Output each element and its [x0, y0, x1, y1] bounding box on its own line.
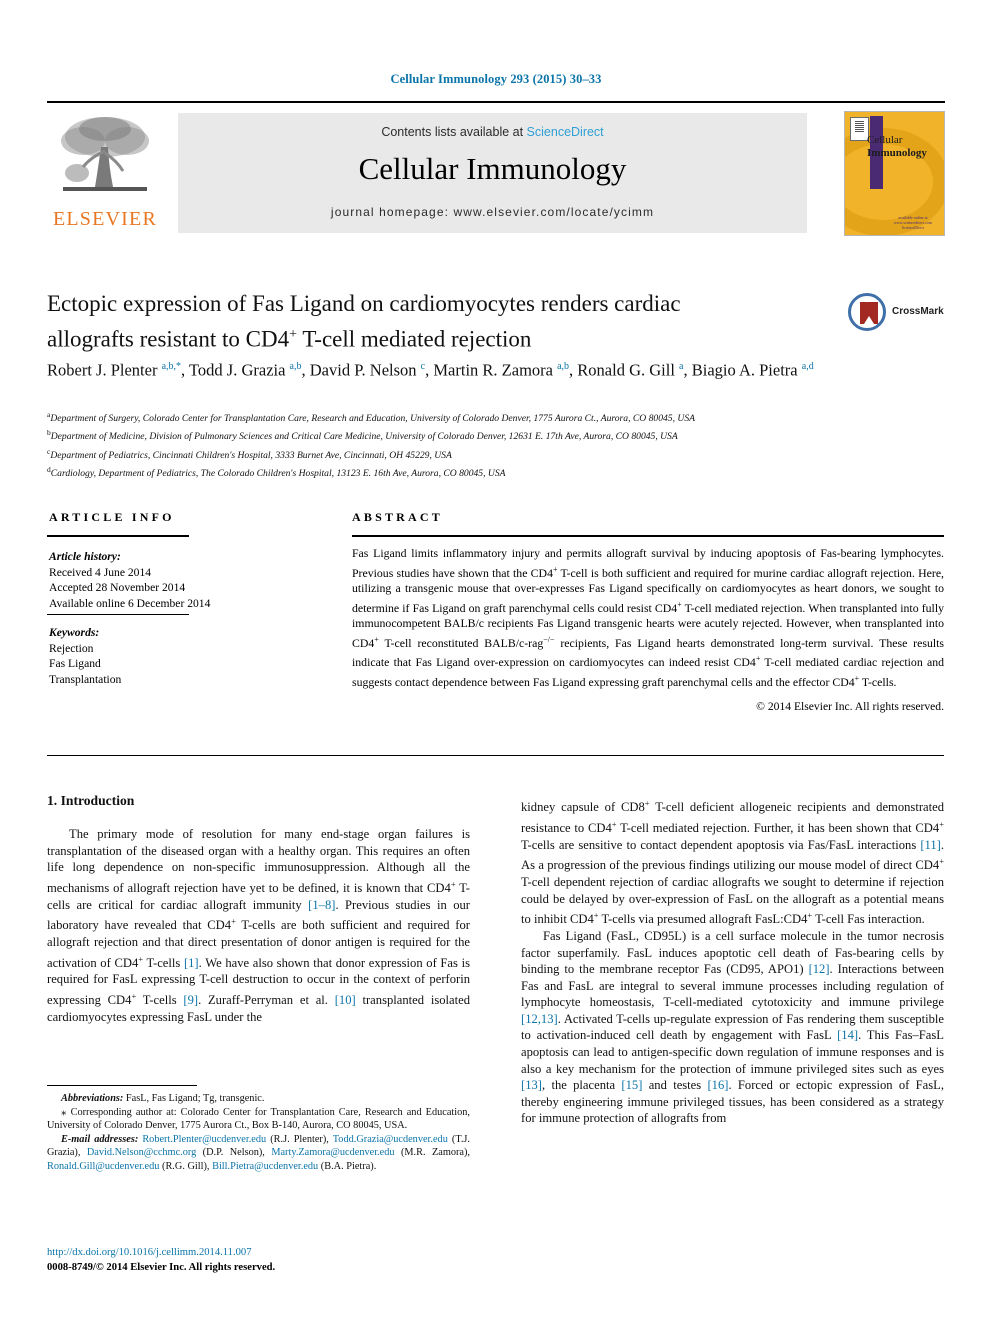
body-paragraph: kidney capsule of CD8+ T-cell deficient … — [521, 798, 944, 927]
journal-cover-thumbnail: Cellular Immunology available online at … — [844, 111, 945, 236]
abstract-bottom-rule — [47, 755, 944, 756]
article-history-item: Received 4 June 2014 — [49, 565, 152, 579]
cover-title-line1: Cellular — [867, 134, 903, 146]
title-superscript: + — [289, 327, 298, 342]
cover-title-line2: Immunology — [867, 147, 927, 159]
contents-prefix: Contents lists available at — [381, 125, 527, 139]
article-history-item: Available online 6 December 2014 — [49, 596, 211, 610]
sciencedirect-link[interactable]: ScienceDirect — [527, 125, 604, 139]
journal-masthead: ELSEVIER Contents lists available at Sci… — [47, 101, 945, 236]
body-column-right: kidney capsule of CD8+ T-cell deficient … — [521, 795, 944, 1127]
keywords-block: Keywords: Rejection Fas Ligand Transplan… — [49, 625, 299, 687]
title-line-2-pre: allografts resistant to CD4 — [47, 326, 290, 352]
affiliation-list: aDepartment of Surgery, Colorado Center … — [47, 408, 927, 481]
journal-title: Cellular Immunology — [358, 151, 627, 186]
title-line-1: Ectopic expression of Fas Ligand on card… — [47, 291, 681, 316]
crossmark-book-icon — [860, 302, 878, 324]
body-paragraph: The primary mode of resolution for many … — [47, 827, 471, 1024]
article-info-label: ARTICLE INFO — [49, 510, 175, 524]
footnote-rule — [47, 1085, 197, 1086]
affiliation-text: Cardiology, Department of Pediatrics, Th… — [50, 468, 506, 480]
body-paragraph: Fas Ligand (FasL, CD95L) is a cell surfa… — [521, 928, 944, 1126]
contents-available-line: Contents lists available at ScienceDirec… — [178, 125, 807, 139]
masthead-center-panel: Contents lists available at ScienceDirec… — [178, 113, 807, 233]
running-head: Cellular Immunology 293 (2015) 30–33 — [390, 72, 602, 86]
issn-copyright-line: 0008-8749/© 2014 Elsevier Inc. All right… — [47, 1262, 276, 1273]
footnote-block: Abbreviations: FasL, Fas Ligand; Tg, tra… — [47, 1092, 470, 1174]
affiliation-item: bDepartment of Medicine, Division of Pul… — [47, 426, 927, 444]
affiliation-text: Department of Pediatrics, Cincinnati Chi… — [50, 449, 452, 461]
email-addresses-note: E-mail addresses: Robert.Plenter@ucdenve… — [47, 1133, 471, 1172]
affiliation-item: dCardiology, Department of Pediatrics, T… — [47, 463, 927, 481]
crossmark-badge[interactable]: CrossMark — [848, 293, 944, 335]
title-line-2-post: T-cell mediated rejection — [297, 326, 532, 352]
page-title: Ectopic expression of Fas Ligand on card… — [47, 288, 817, 355]
journal-homepage-link[interactable]: journal homepage: www.elsevier.com/locat… — [178, 205, 807, 219]
doi-block: http://dx.doi.org/10.1016/j.cellimm.2014… — [47, 1245, 487, 1275]
crossmark-icon — [848, 293, 886, 331]
abbreviations-note: Abbreviations: FasL, Fas Ligand; Tg, tra… — [61, 1093, 265, 1104]
abstract-label: ABSTRACT — [352, 510, 443, 524]
abstract-copyright: © 2014 Elsevier Inc. All rights reserved… — [756, 700, 944, 713]
article-history-heading: Article history: — [49, 550, 121, 563]
elsevier-logo: ELSEVIER — [49, 111, 161, 233]
affiliation-text: Department of Medicine, Division of Pulm… — [50, 431, 678, 443]
affiliation-text: Department of Surgery, Colorado Center f… — [50, 413, 695, 425]
keyword-item: Rejection — [49, 641, 94, 655]
article-info-rule — [47, 535, 189, 537]
cover-footer-text: available online at www.sciencedirect.co… — [893, 215, 933, 230]
elsevier-wordmark: ELSEVIER — [52, 208, 158, 230]
keywords-divider — [47, 614, 189, 615]
affiliation-item: cDepartment of Pediatrics, Cincinnati Ch… — [47, 445, 927, 463]
journal-article-page: Cellular Immunology 293 (2015) 30–33 ELS… — [0, 0, 992, 1323]
abstract-rule — [352, 535, 944, 537]
affiliation-item: aDepartment of Surgery, Colorado Center … — [47, 408, 927, 426]
corresponding-author-note: ⁎ Corresponding author at: Colorado Cent… — [47, 1105, 470, 1132]
crossmark-label: CrossMark — [892, 306, 944, 317]
article-history-item: Accepted 28 November 2014 — [49, 581, 186, 595]
keyword-item: Fas Ligand — [49, 657, 101, 671]
keywords-heading: Keywords: — [49, 626, 100, 639]
abstract-text: Fas Ligand limits inflammatory injury an… — [352, 546, 945, 689]
elsevier-tree-icon — [55, 111, 155, 203]
keyword-item: Transplantation — [49, 672, 122, 686]
article-history: Article history: Received 4 June 2014 Ac… — [49, 549, 299, 611]
body-column-left: The primary mode of resolution for many … — [47, 826, 470, 1025]
doi-link[interactable]: http://dx.doi.org/10.1016/j.cellimm.2014… — [47, 1245, 487, 1260]
cover-journal-name: Cellular Immunology — [867, 134, 941, 160]
author-list: Robert J. Plenter a,b,*, Todd J. Grazia … — [47, 360, 814, 380]
section-heading-introduction: 1. Introduction — [47, 793, 135, 808]
